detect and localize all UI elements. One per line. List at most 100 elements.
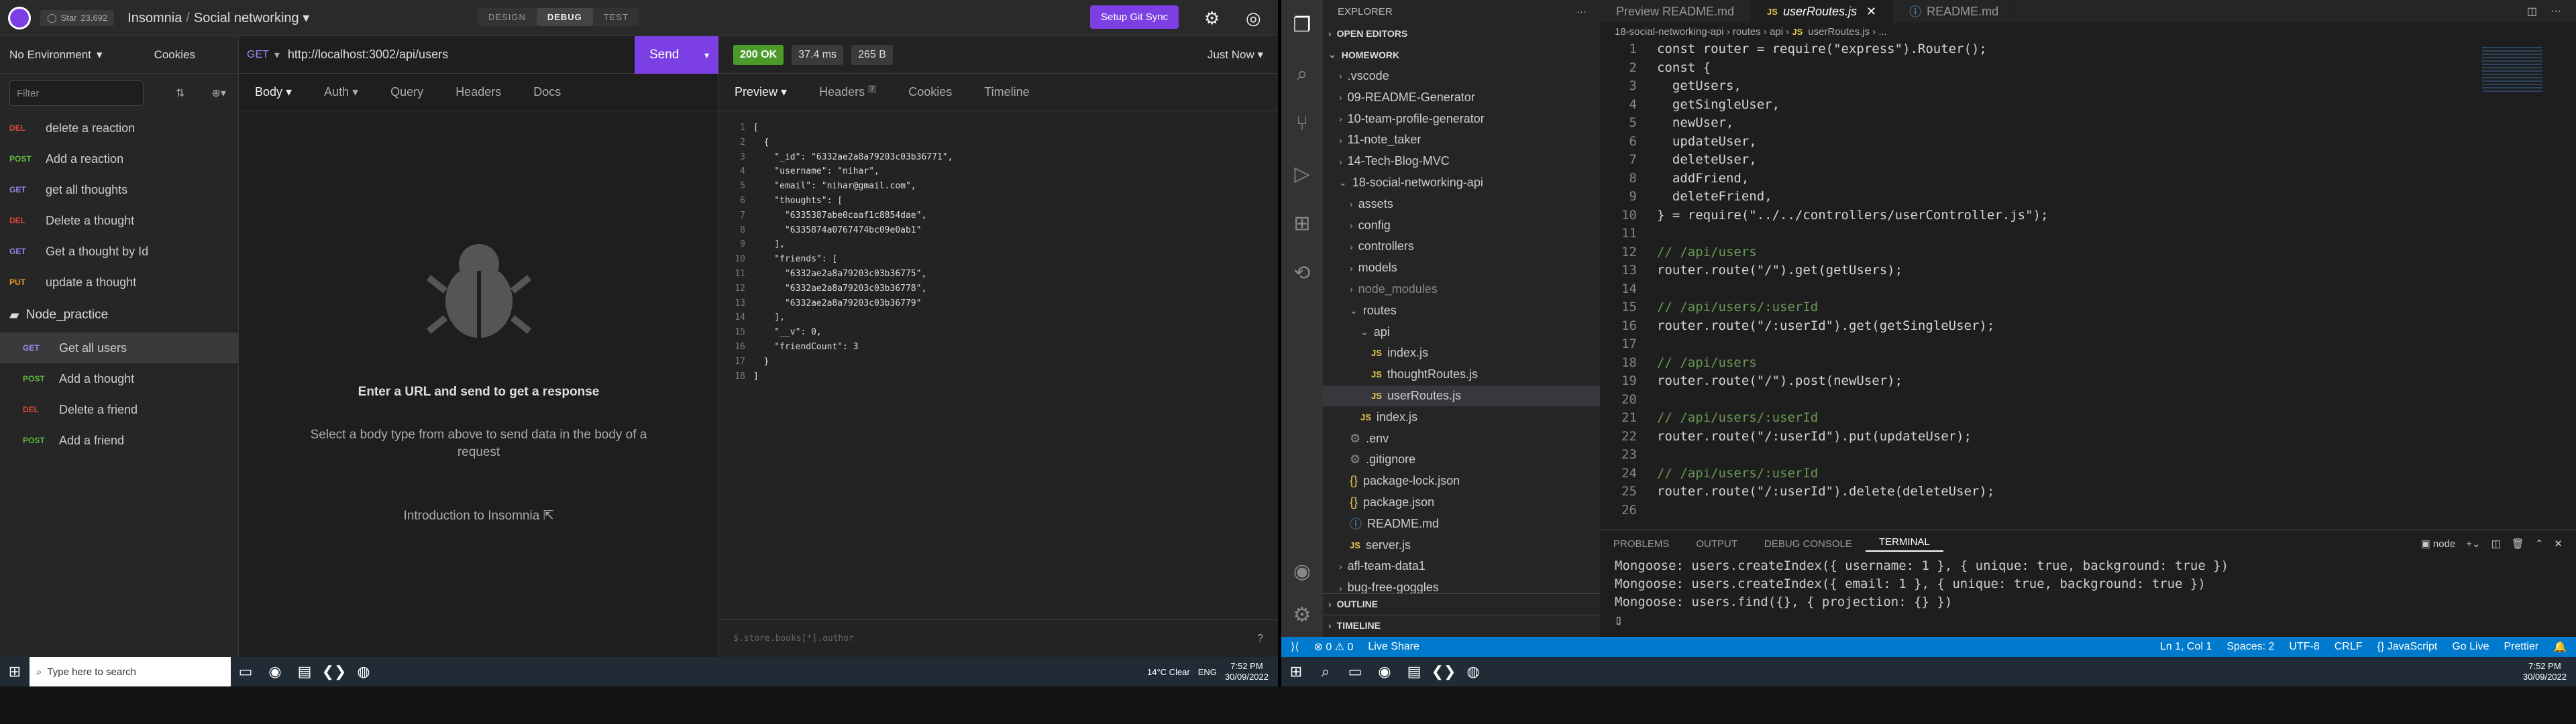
tab-output[interactable]: OUTPUT (1682, 538, 1751, 550)
indent-status[interactable]: Spaces: 2 (2226, 641, 2274, 653)
more-icon[interactable]: ··· (1576, 6, 1587, 17)
chrome-icon[interactable]: ◉ (1370, 657, 1399, 686)
tab-query[interactable]: Query (374, 85, 439, 99)
chrome-icon[interactable]: ◉ (260, 657, 290, 686)
mode-design[interactable]: DESIGN (478, 8, 537, 26)
code-area[interactable]: 1 const router = require("express").Route… (1600, 40, 2576, 520)
git-sync-button[interactable]: Setup Git Sync (1090, 5, 1179, 29)
task-view-icon[interactable]: ▭ (1340, 657, 1370, 686)
tab-debug-console[interactable]: DEBUG CONSOLE (1751, 538, 1866, 550)
minimap[interactable] (2482, 47, 2542, 94)
tab-body[interactable]: Body ▾ (239, 85, 308, 99)
remote-icon[interactable]: ⟲ (1281, 248, 1323, 298)
insomnia-taskbar-icon[interactable]: ◍ (1458, 657, 1488, 686)
outline-header[interactable]: › OUTLINE (1323, 593, 1600, 615)
tab-terminal[interactable]: TERMINAL (1865, 536, 1943, 552)
history-dropdown[interactable]: Just Now ▾ (1208, 48, 1263, 62)
intro-link[interactable]: Introduction to Insomnia ⇱ (239, 508, 718, 524)
tree-item[interactable]: › 14-Tech-Blog-MVC (1323, 151, 1600, 172)
search-icon[interactable]: ⌕ (1311, 657, 1340, 686)
language-indicator[interactable]: ENG (1198, 667, 1217, 677)
filter-input[interactable]: Filter (9, 80, 144, 106)
tab-problems[interactable]: PROBLEMS (1600, 538, 1682, 550)
tree-item[interactable]: JS userRoutes.js (1323, 385, 1600, 407)
split-editor-icon[interactable]: ◫ (2527, 5, 2537, 18)
tree-item[interactable]: › config (1323, 215, 1600, 236)
terminal-shell[interactable]: ▣ node (2421, 538, 2456, 550)
tree-item[interactable]: ⚙ .env (1323, 428, 1600, 449)
tab-userroutes[interactable]: JS userRoutes.js ✕ (1751, 0, 1894, 23)
remote-status-icon[interactable]: ⟩⟨ (1291, 640, 1299, 654)
tree-item[interactable]: › 10-team-profile-generator (1323, 108, 1600, 129)
close-panel-icon[interactable]: ✕ (2554, 538, 2563, 550)
close-icon[interactable]: ✕ (1866, 5, 1876, 19)
files-icon[interactable]: ❐ (1281, 0, 1323, 50)
manage-gear-icon[interactable]: ⚙ (1281, 590, 1323, 640)
vscode-icon[interactable]: ❮❯ (319, 657, 349, 686)
tree-item[interactable]: ⓘ README.md (1323, 513, 1600, 534)
trash-icon[interactable]: 🗑 (2512, 538, 2524, 550)
encoding-status[interactable]: UTF-8 (2289, 641, 2319, 653)
tab-readme[interactable]: ⓘ README.md (1893, 0, 2016, 23)
windows-start-icon[interactable]: ⊞ (1281, 657, 1311, 686)
go-live-status[interactable]: Go Live (2452, 641, 2489, 653)
tree-item[interactable]: JS thoughtRoutes.js (1323, 364, 1600, 385)
tree-item[interactable]: › .vscode (1323, 66, 1600, 87)
send-button[interactable]: Send ▾ (635, 36, 718, 74)
request-item[interactable]: GET Get all users (0, 333, 238, 363)
mode-test[interactable]: TEST (593, 8, 639, 26)
tree-item[interactable]: › 11-note_taker (1323, 129, 1600, 151)
live-share-status[interactable]: Live Share (1368, 641, 1419, 653)
prettier-status[interactable]: Prettier (2504, 641, 2539, 653)
new-terminal-icon[interactable]: +⌄ (2466, 538, 2480, 550)
timeline-header[interactable]: › TIMELINE (1323, 614, 1600, 636)
source-control-icon[interactable]: ⑂ (1281, 99, 1323, 149)
terminal-output[interactable]: Mongoose: users.createIndex({ username: … (1600, 557, 2576, 629)
file-explorer-icon[interactable]: ▤ (1399, 657, 1429, 686)
tab-docs[interactable]: Docs (517, 85, 577, 99)
tree-item[interactable]: ⌄ api (1323, 321, 1600, 343)
more-actions-icon[interactable]: ··· (2551, 5, 2561, 17)
help-icon[interactable]: ? (1257, 633, 1263, 645)
folder-node-practice[interactable]: ▰ Node_practice (0, 298, 238, 333)
task-view-icon[interactable]: ▭ (231, 657, 260, 686)
tree-item[interactable]: JS index.js (1323, 406, 1600, 428)
search-icon[interactable]: ⌕ (1281, 50, 1323, 99)
clock[interactable]: 7:52 PM 30/09/2022 (1225, 661, 1269, 682)
insomnia-logo[interactable] (8, 6, 31, 29)
notifications-icon[interactable]: 🔔 (2553, 640, 2567, 654)
mode-debug[interactable]: DEBUG (536, 8, 593, 26)
request-item[interactable]: PUT update a thought (0, 267, 238, 298)
request-item[interactable]: DEL Delete a friend (0, 394, 238, 425)
language-status[interactable]: {} JavaScript (2377, 641, 2438, 653)
request-item[interactable]: DEL Delete a thought (0, 205, 238, 236)
tree-item[interactable]: › assets (1323, 193, 1600, 215)
insomnia-taskbar-icon[interactable]: ◍ (349, 657, 378, 686)
url-input[interactable]: http://localhost:3002/api/users (288, 48, 448, 62)
tree-item[interactable]: ⚙ .gitignore (1323, 449, 1600, 471)
request-item[interactable]: GET Get a thought by Id (0, 236, 238, 267)
gear-icon[interactable]: ⚙ (1204, 8, 1220, 29)
request-item[interactable]: DEL delete a reaction (0, 113, 238, 143)
request-item[interactable]: POST Add a reaction (0, 143, 238, 174)
eol-status[interactable]: CRLF (2334, 641, 2363, 653)
windows-start-icon[interactable]: ⊞ (0, 657, 30, 686)
workspace-header[interactable]: ⌄ HOMEWORK (1323, 44, 1600, 66)
split-terminal-icon[interactable]: ◫ (2491, 538, 2501, 550)
request-item[interactable]: POST Add a friend (0, 425, 238, 456)
breadcrumb[interactable]: Insomnia / Social networking ▾ (127, 9, 309, 26)
tree-item[interactable]: {} package-lock.json (1323, 471, 1600, 492)
user-icon[interactable]: ◎ (1246, 8, 1261, 29)
cursor-position[interactable]: Ln 1, Col 1 (2160, 641, 2212, 653)
method-select[interactable]: GET (247, 49, 269, 61)
tree-item[interactable]: JS server.js (1323, 534, 1600, 556)
add-menu-icon[interactable]: ⊕▾ (211, 86, 225, 100)
tree-item[interactable]: › node_modules (1323, 279, 1600, 300)
open-editors-header[interactable]: › OPEN EDITORS (1323, 23, 1600, 44)
cookies-button[interactable]: Cookies (154, 48, 195, 62)
tree-item[interactable]: › controllers (1323, 236, 1600, 257)
taskbar-search[interactable]: ⌕ Type here to search (30, 657, 231, 686)
tree-item[interactable]: ⌄ routes (1323, 300, 1600, 321)
tree-item[interactable]: › models (1323, 257, 1600, 279)
extensions-icon[interactable]: ⊞ (1281, 198, 1323, 248)
